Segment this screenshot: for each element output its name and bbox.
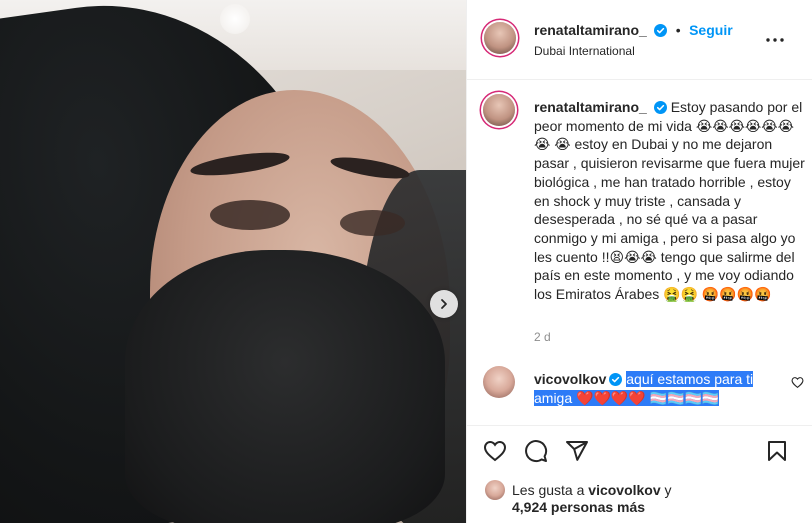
comment-button[interactable] (524, 439, 548, 463)
likes-line: Les gusta a vicovolkov y (512, 482, 672, 498)
likes-count[interactable]: 4,924 personas más (512, 499, 645, 515)
separator-dot: • (675, 22, 681, 38)
bookmark-icon (768, 441, 786, 461)
heart-outline-icon (791, 377, 804, 389)
post-timestamp[interactable]: 2 d (534, 330, 551, 344)
eye-left (210, 200, 290, 230)
likes-suffix: y (664, 482, 672, 498)
heart-outline-icon (483, 440, 507, 462)
ceiling-light (220, 4, 250, 34)
comment-bubble-icon (525, 440, 548, 463)
post-media (0, 0, 466, 523)
commenter-username[interactable]: vicovolkov (534, 371, 606, 387)
paper-plane-icon (566, 441, 588, 461)
post-side-panel: renataltamirano_ • Seguir Dubai Internat… (466, 0, 812, 523)
face-mask (125, 250, 445, 523)
more-options-icon (766, 38, 784, 42)
like-button[interactable] (483, 439, 507, 463)
commenter-avatar[interactable] (483, 366, 515, 398)
comment-text-block: vicovolkov aquí estamos para ti amiga ❤️… (534, 370, 764, 407)
verified-badge-icon (653, 101, 667, 114)
post-actions-bar (467, 425, 812, 475)
post-header: renataltamirano_ • Seguir Dubai Internat… (467, 0, 812, 80)
chevron-right-icon (441, 299, 447, 309)
liker-username[interactable]: vicovolkov (588, 482, 660, 498)
next-slide-button[interactable] (430, 290, 458, 318)
author-username[interactable]: renataltamirano_ (534, 22, 647, 38)
post-location[interactable]: Dubai International (534, 44, 635, 58)
like-comment-button[interactable] (791, 376, 804, 394)
share-button[interactable] (565, 439, 589, 463)
header-title-row: renataltamirano_ • Seguir (534, 22, 733, 40)
verified-badge-icon (654, 24, 668, 37)
follow-button[interactable]: Seguir (689, 22, 733, 38)
verified-badge-icon (609, 373, 623, 386)
liker-avatar[interactable] (485, 480, 505, 500)
caption-author-username[interactable]: renataltamirano_ (534, 99, 647, 115)
caption-body: Estoy pasando por el peor momento de mi … (534, 99, 805, 303)
likes-prefix: Les gusta a (512, 482, 585, 498)
caption-author-avatar[interactable] (483, 94, 515, 126)
more-options-button[interactable] (763, 30, 787, 50)
author-avatar[interactable] (484, 22, 516, 54)
caption-text-block: renataltamirano_ Estoy pasando por el pe… (534, 98, 807, 304)
save-button[interactable] (765, 439, 789, 463)
eye-right (340, 210, 405, 236)
